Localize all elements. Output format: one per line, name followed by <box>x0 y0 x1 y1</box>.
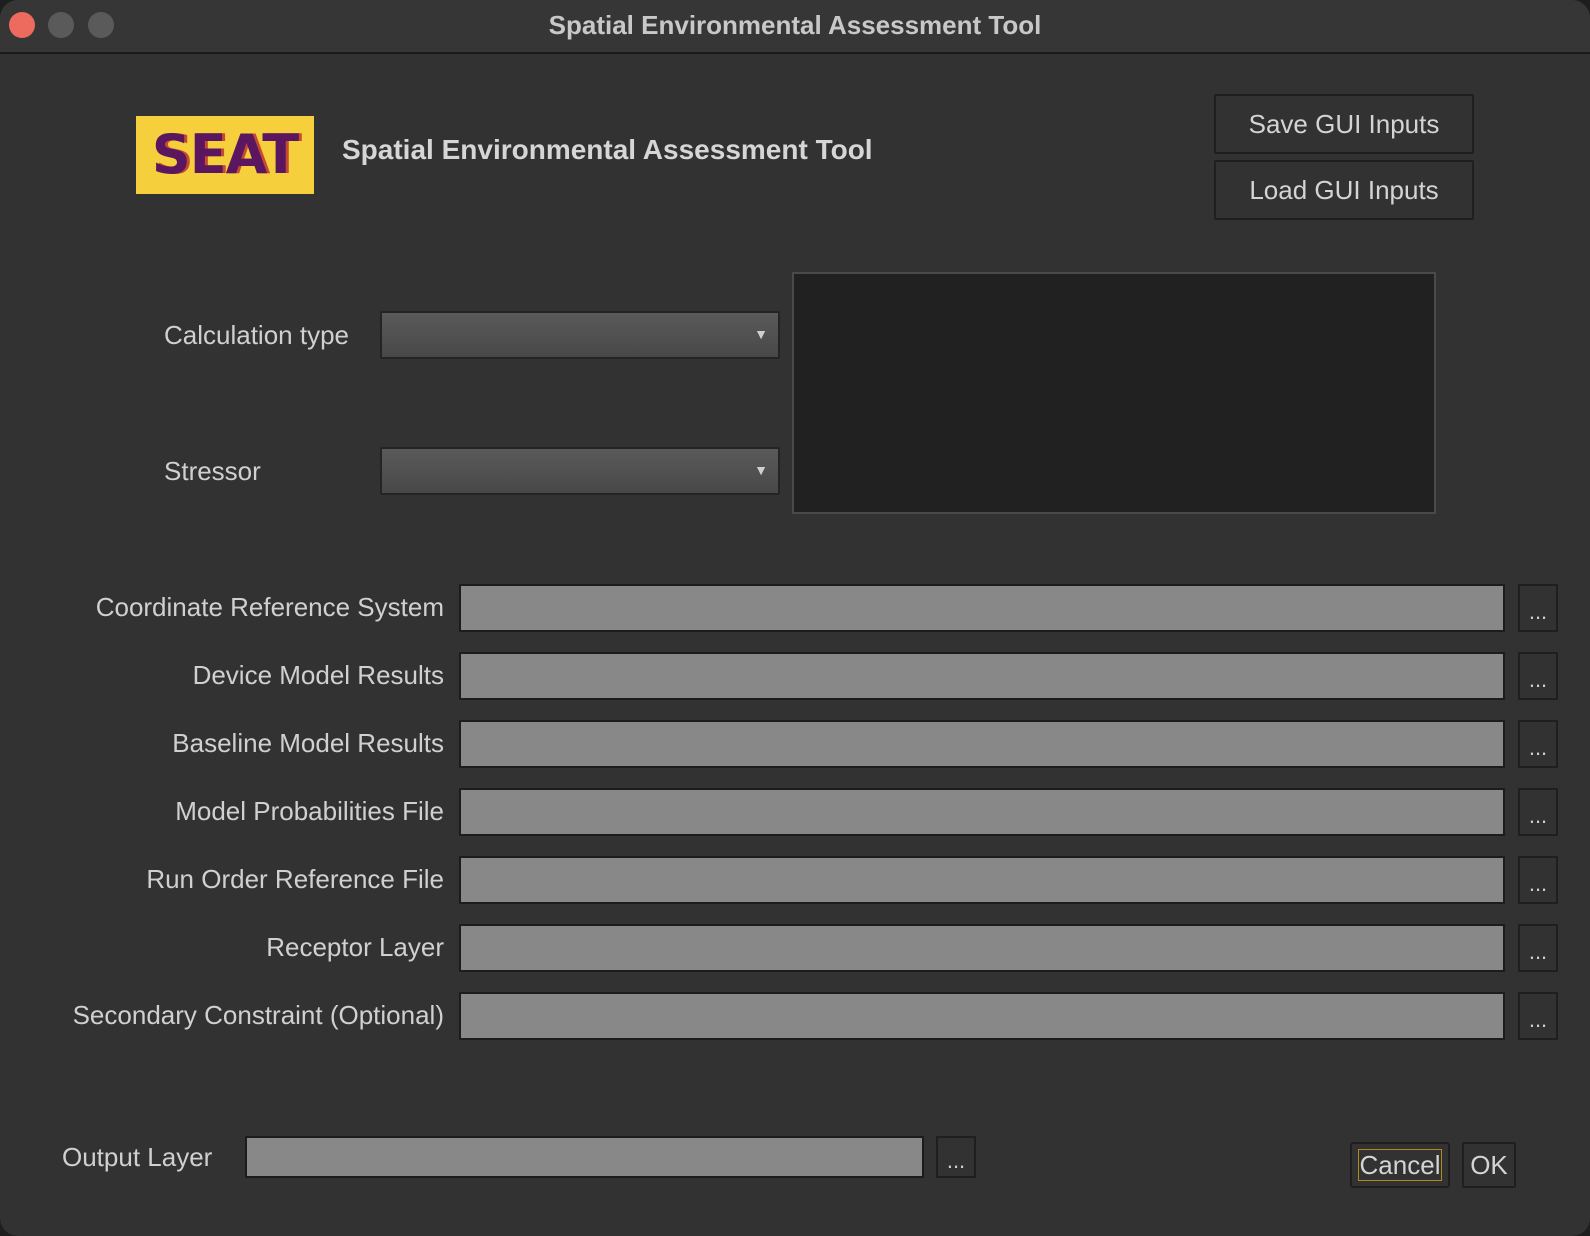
ok-button[interactable]: OK <box>1462 1142 1516 1188</box>
output-layer-label: Output Layer <box>62 1142 213 1172</box>
stressor-label: Stressor <box>164 456 261 486</box>
run-order-reference-file-browse-button[interactable]: ... <box>1518 856 1558 904</box>
secondary-constraint-browse-button[interactable]: ... <box>1518 992 1558 1040</box>
description-panel <box>792 272 1436 514</box>
output-layer-input[interactable] <box>245 1136 924 1178</box>
output-layer-browse-button[interactable]: ... <box>936 1136 976 1178</box>
header-title: Spatial Environmental Assessment Tool <box>342 134 873 165</box>
save-gui-inputs-button[interactable]: Save GUI Inputs <box>1214 94 1474 154</box>
logo-text: SEAT <box>151 123 299 186</box>
device-model-results-browse-button[interactable]: ... <box>1518 652 1558 700</box>
receptor-layer-browse-button[interactable]: ... <box>1518 924 1558 972</box>
seat-logo: SEAT <box>136 116 314 194</box>
crs-label: Coordinate Reference System <box>95 592 444 622</box>
baseline-model-results-browse-button[interactable]: ... <box>1518 720 1558 768</box>
receptor-layer-input[interactable] <box>459 924 1505 972</box>
stressor-dropdown[interactable]: ▼ <box>380 447 780 495</box>
model-probabilities-file-label: Model Probabilities File <box>175 796 444 826</box>
crs-browse-button[interactable]: ... <box>1518 584 1558 632</box>
model-probabilities-file-input[interactable] <box>459 788 1505 836</box>
secondary-constraint-label: Secondary Constraint (Optional) <box>72 1000 444 1030</box>
device-model-results-label: Device Model Results <box>192 660 444 690</box>
dialog-window: Spatial Environmental Assessment Tool SE… <box>0 0 1590 1236</box>
run-order-reference-file-label: Run Order Reference File <box>146 864 444 894</box>
cancel-label: Cancel <box>1357 1149 1443 1181</box>
chevron-down-icon: ▼ <box>754 462 768 478</box>
calculation-type-dropdown[interactable]: ▼ <box>380 311 780 359</box>
window-title: Spatial Environmental Assessment Tool <box>548 10 1042 40</box>
crs-input[interactable] <box>459 584 1505 632</box>
load-gui-inputs-button[interactable]: Load GUI Inputs <box>1214 160 1474 220</box>
cancel-button[interactable]: Cancel <box>1350 1142 1450 1188</box>
receptor-layer-label: Receptor Layer <box>266 932 444 962</box>
run-order-reference-file-input[interactable] <box>459 856 1505 904</box>
secondary-constraint-input[interactable] <box>459 992 1505 1040</box>
chevron-down-icon: ▼ <box>754 326 768 342</box>
title-bar: Spatial Environmental Assessment Tool <box>0 0 1590 54</box>
model-probabilities-file-browse-button[interactable]: ... <box>1518 788 1558 836</box>
baseline-model-results-input[interactable] <box>459 720 1505 768</box>
baseline-model-results-label: Baseline Model Results <box>172 728 444 758</box>
device-model-results-input[interactable] <box>459 652 1505 700</box>
calculation-type-label: Calculation type <box>164 320 349 350</box>
